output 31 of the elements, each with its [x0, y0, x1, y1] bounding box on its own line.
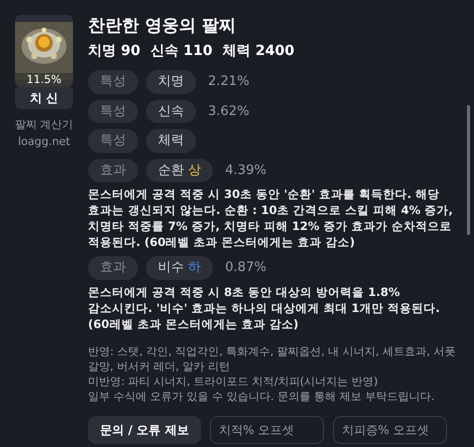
category-chip: 특성 — [88, 129, 138, 152]
category-chip: 효과 — [88, 256, 138, 280]
rate-label: 11.5% — [15, 73, 73, 87]
option-value: 0.87% — [225, 259, 266, 277]
scrollbar[interactable] — [467, 105, 470, 235]
effect-description: 몬스터에게 공격 적중 시 30초 동안 '순환' 효과를 획득한다. 해당 효과는 갱신되지 않는다. 순환 : 10초 간격으로 스킬 피해 4% 증가, 치명타 적중률 7% 증가, 치명타 피해 12% 증가 효과가 순차적으로 적용된다. (60레벨 초과 몬스터에게는 효과 감소) — [88, 186, 454, 250]
category-chip: 효과 — [88, 158, 138, 182]
site-label: loagg.net — [18, 134, 70, 150]
report-button[interactable]: 문의 / 오류 제보 — [88, 416, 201, 444]
note-text: 일부 수식에 오류가 있을 수 있습니다. 문의를 통해 제보 부탁드립니다. — [88, 388, 436, 404]
category-chip: 특성 — [88, 70, 138, 94]
offset-field[interactable]: 치적% 오프셋 — [210, 416, 324, 444]
item-title: 찬란한 영웅의 팔찌 — [88, 15, 237, 37]
stat-value: 치명 90 — [88, 42, 140, 61]
effect-description: 몬스터에게 공격 적중 시 8초 동안 대상의 방어력을 1.8% 감소시킨다. '비수' 효과는 하나의 대상에게 최대 1개만 적용된다. (60레벨 초과 몬스터에게는 효과 감소) — [88, 284, 441, 332]
option-value: 3.62% — [208, 102, 250, 120]
option-value: 4.39% — [225, 162, 266, 180]
category-chip: 특성 — [88, 100, 138, 123]
option-chip: 신속 — [146, 100, 196, 123]
note-text: 반영: 스탯, 각인, 직업각인, 특화계수, 팔찌옵션, 내 시너지, 세트효과, 서폿 갈망, 버서커 레더, 알카 리턴 — [88, 344, 457, 374]
option-chip: 치명 — [146, 70, 196, 94]
option-chip: 비수 하 — [146, 256, 214, 280]
tag-label: 치 신 — [15, 87, 73, 109]
stat-value: 신속 110 — [150, 42, 212, 61]
calculator-label: 팔찌 계산기 — [14, 117, 74, 133]
option-chip: 체력 — [146, 129, 196, 152]
stat-value: 체력 2400 — [222, 42, 294, 61]
option-value: 2.21% — [208, 73, 250, 91]
note-text: 미반영: 파티 시너지, 트라이포드 치적/치피(시너지는 반영) — [88, 374, 379, 388]
option-chip: 순환 상 — [146, 158, 214, 182]
offset-field[interactable]: 치피증% 오프셋 — [332, 416, 447, 444]
